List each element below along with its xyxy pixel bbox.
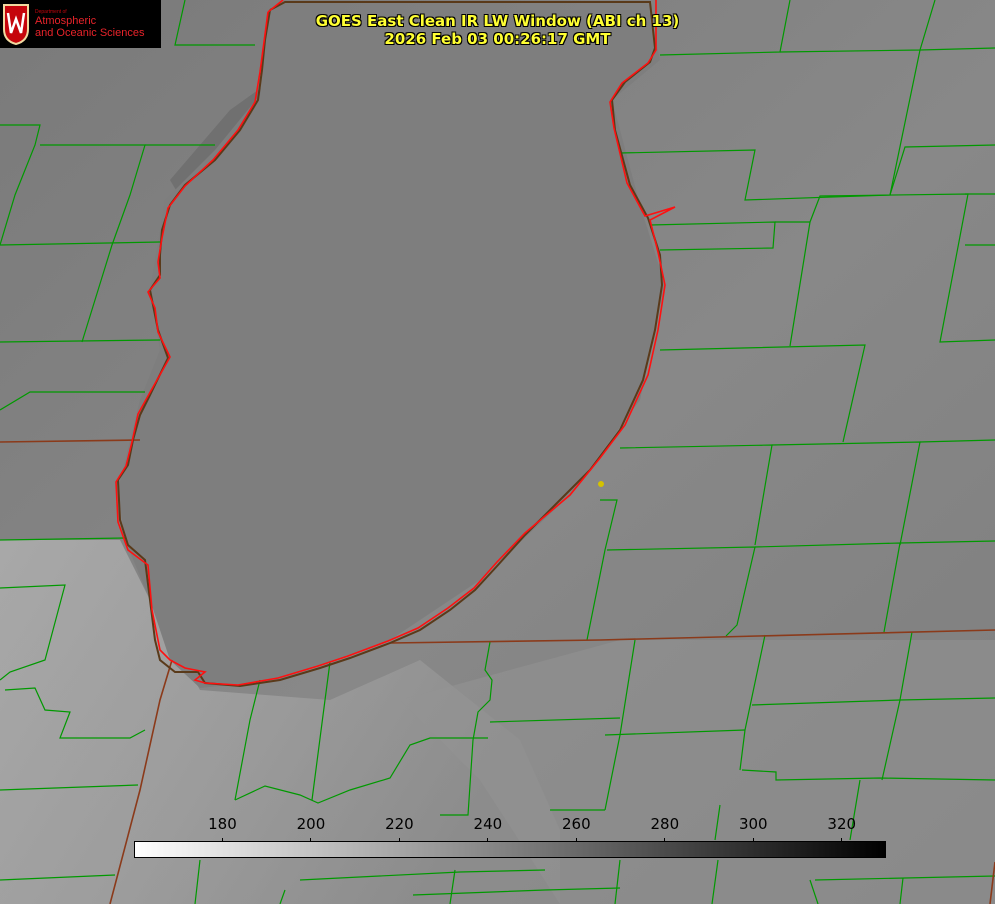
satellite-map-viewer: Department of Atmospheric and Oceanic Sc…: [0, 0, 995, 904]
colorbar-tick-label: 220: [385, 815, 414, 833]
colorbar-tick-label: 240: [473, 815, 503, 833]
image-timestamp: 2026 Feb 03 00:26:17 GMT: [384, 30, 611, 48]
colorbar-tick-mark: [487, 838, 489, 842]
colorbar-tick-mark: [664, 838, 666, 842]
colorbar-tick-mark: [221, 838, 223, 842]
colorbar-tick-label: 300: [738, 815, 768, 833]
satellite-map[interactable]: [0, 0, 995, 904]
colorbar-tick-label: 180: [208, 815, 237, 833]
colorbar-tick-mark: [310, 838, 312, 842]
colorbar-tick-mark: [841, 838, 843, 842]
colorbar-tick-label: 200: [296, 815, 326, 833]
colorbar: [134, 841, 886, 858]
location-marker[interactable]: [598, 481, 604, 487]
colorbar-tick-label: 320: [827, 815, 857, 833]
colorbar-tick-label: 280: [650, 815, 680, 833]
image-title: GOES East Clean IR LW Window (ABI ch 13): [315, 12, 680, 30]
colorbar-tick-mark: [398, 838, 400, 842]
colorbar-tick-label: 260: [562, 815, 591, 833]
colorbar-tick-mark: [752, 838, 754, 842]
colorbar-tick-mark: [575, 838, 577, 842]
